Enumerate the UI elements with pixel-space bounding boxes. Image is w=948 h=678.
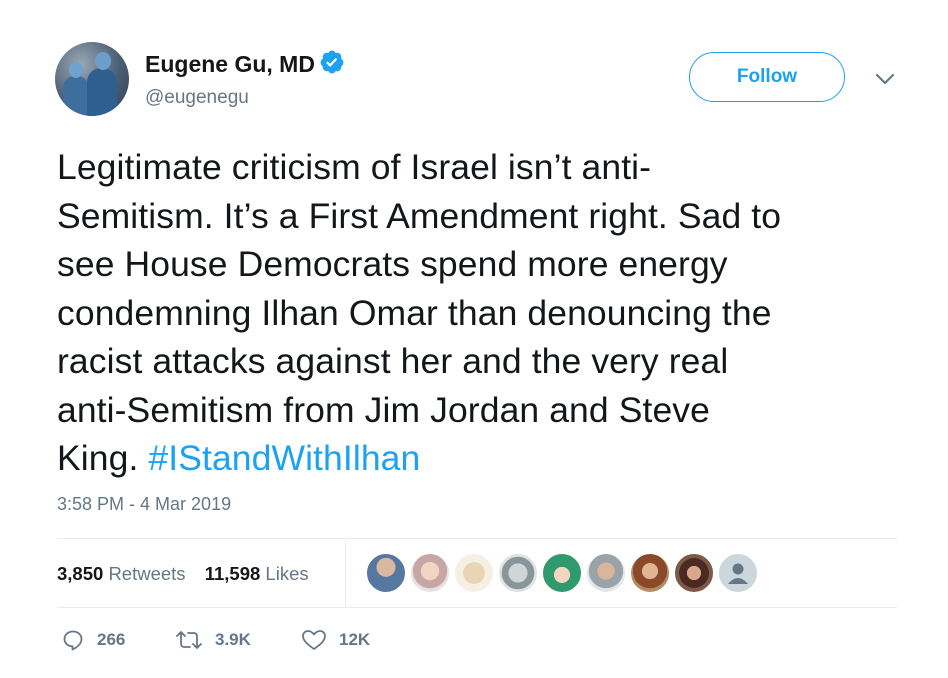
liker-avatar[interactable]	[454, 553, 494, 593]
vertical-divider	[345, 540, 346, 607]
tweet-text-line: condemning Ilhan Omar than denouncing th…	[57, 292, 772, 333]
avatar[interactable]	[55, 42, 129, 116]
divider	[57, 607, 897, 608]
author-handle[interactable]: @eugenegu	[145, 87, 249, 109]
author-name-row[interactable]: Eugene Gu, MD	[145, 49, 345, 78]
hashtag-link[interactable]: #IStandWithIlhan	[148, 438, 420, 478]
default-avatar-icon	[728, 563, 748, 584]
follow-button[interactable]: Follow	[689, 52, 845, 102]
liker-avatar[interactable]	[366, 553, 406, 593]
likes-count: 11,598	[204, 563, 261, 584]
tweet-text-line: Semitism. It’s a First Amendment right. …	[57, 195, 782, 236]
tweet-text-last-line: King. #IStandWithIlhan	[57, 434, 927, 483]
retweet-count: 3.9K	[215, 630, 251, 649]
divider	[57, 538, 897, 539]
like-count: 12K	[339, 630, 371, 649]
verified-badge-icon	[320, 50, 344, 74]
tweet-text: Legitimate criticism of Israel isn’t ant…	[57, 143, 927, 483]
tweet-text-line: racist attacks against her and the very …	[57, 341, 729, 381]
reply-icon	[63, 630, 83, 651]
retweet-button[interactable]: 3.9K	[175, 628, 251, 652]
retweets-stat[interactable]: 3,850 Retweets	[57, 563, 186, 584]
heart-icon	[302, 630, 326, 650]
liker-avatar[interactable]	[498, 553, 538, 593]
tweet-text-line: anti-Semitism from Jim Jordan and Steve	[57, 389, 710, 430]
liker-avatar[interactable]	[542, 553, 582, 593]
avatar-figure	[95, 52, 111, 70]
liker-avatar[interactable]	[718, 553, 758, 593]
liker-avatar[interactable]	[674, 553, 714, 593]
liker-avatar[interactable]	[410, 553, 450, 593]
engagement-stats: 3,850 Retweets 11,598 Likes	[57, 563, 323, 585]
likes-stat[interactable]: 11,598 Likes	[205, 563, 309, 584]
tweet-text-line: King.	[57, 438, 149, 478]
likes-label: Likes	[265, 563, 309, 584]
tweet-timestamp[interactable]: 3:58 PM - 4 Mar 2019	[57, 494, 231, 515]
liker-avatar[interactable]	[630, 553, 670, 593]
retweets-label: Retweets	[108, 563, 186, 584]
reply-count: 266	[97, 630, 126, 649]
like-button[interactable]: 12K	[301, 628, 370, 652]
chevron-down-icon[interactable]	[874, 70, 896, 88]
liker-avatar[interactable]	[586, 553, 626, 593]
retweets-count: 3,850	[57, 563, 104, 584]
tweet-text-line: Legitimate criticism of Israel isn’t ant…	[57, 147, 652, 187]
avatar-figure	[87, 68, 117, 116]
retweet-icon	[176, 631, 202, 649]
tweet-text-line: see House Democrats spend more energy	[57, 244, 728, 284]
avatar-figure	[63, 76, 89, 116]
avatar-figure	[69, 62, 83, 78]
author-name[interactable]: Eugene Gu, MD	[145, 51, 315, 77]
reply-button[interactable]: 266	[61, 628, 125, 652]
